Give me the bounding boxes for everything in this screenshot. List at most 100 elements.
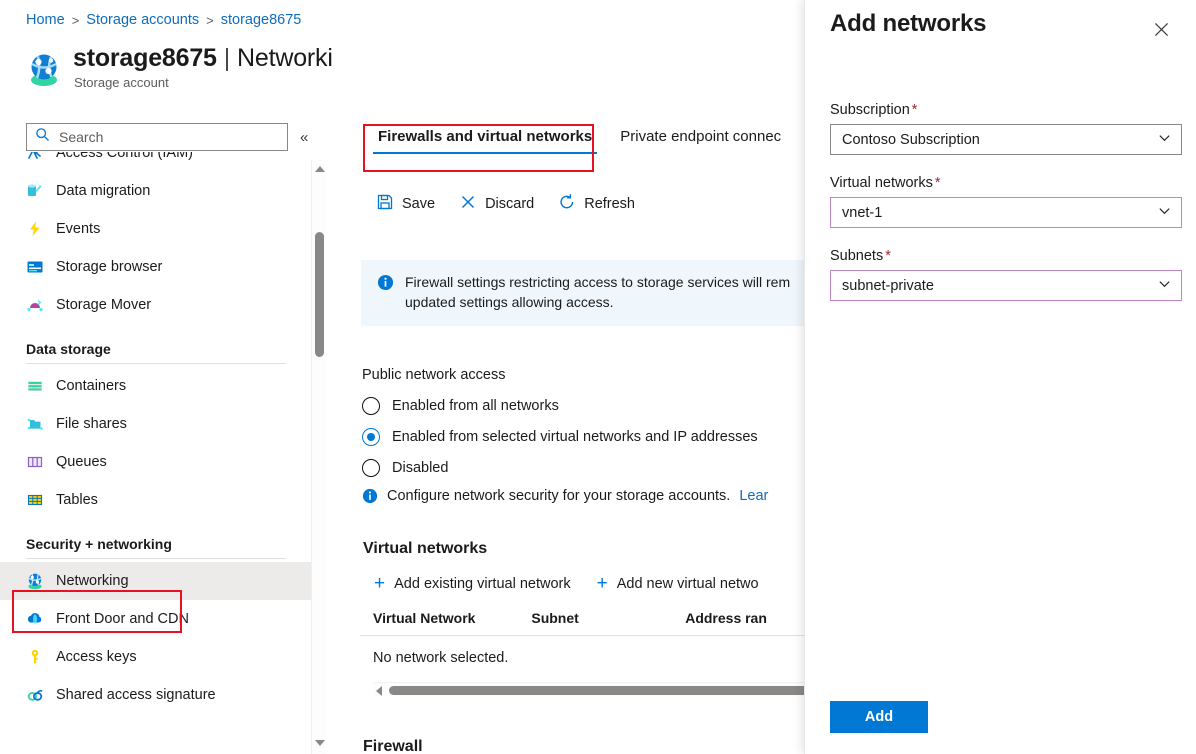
front-door-cdn-icon (26, 610, 44, 628)
storage-account-icon (26, 51, 62, 87)
title-block: storage8675 | Networking ··· Storage acc… (73, 44, 332, 90)
sidebar-nav: Access Control (IAM) Data migration (0, 152, 312, 754)
breadcrumb-separator-icon: > (72, 13, 80, 28)
access-control-icon (26, 152, 44, 162)
radio-icon-selected[interactable] (362, 428, 380, 446)
scrollbar-thumb[interactable] (389, 686, 825, 695)
page-title-separator: | (224, 44, 230, 73)
tab-private-endpoint-connections[interactable]: Private endpoint connec (606, 128, 795, 154)
radio-disabled[interactable]: Disabled (362, 452, 822, 483)
info-banner-text: Firewall settings restricting access to … (405, 273, 822, 313)
sidebar-item-events[interactable]: Events (0, 210, 312, 248)
breadcrumb-item-storage8675[interactable]: storage8675 (221, 12, 302, 28)
sidebar-item-label: Networking (56, 573, 129, 589)
sidebar-item-file-shares[interactable]: File shares (0, 405, 312, 443)
refresh-icon (558, 193, 576, 215)
sidebar-item-queues[interactable]: Queues (0, 443, 312, 481)
breadcrumb: Home > Storage accounts > storage8675 (26, 12, 301, 28)
panel-form: Subscription* Contoso Subscription Virtu… (830, 102, 1182, 321)
breadcrumb-separator-icon: > (206, 13, 214, 28)
sidebar-item-access-control-iam[interactable]: Access Control (IAM) (0, 152, 312, 172)
subscription-label: Subscription* (830, 102, 1182, 118)
radio-label: Disabled (392, 460, 448, 476)
info-icon (377, 274, 394, 313)
radio-enabled-from-selected-networks[interactable]: Enabled from selected virtual networks a… (362, 421, 822, 452)
tables-icon (26, 491, 44, 509)
tab-bar: Firewalls and virtual networks Private e… (364, 128, 795, 154)
table-header-row: Virtual Network Subnet Address ran (360, 610, 830, 636)
required-asterisk: * (935, 175, 941, 191)
sidebar-divider (26, 558, 286, 559)
data-migration-icon (26, 182, 44, 200)
subscription-select[interactable]: Contoso Subscription (830, 124, 1182, 155)
sidebar-item-shared-access-signature[interactable]: Shared access signature (0, 676, 312, 714)
virtual-networks-select[interactable]: vnet-1 (830, 197, 1182, 228)
subnets-select[interactable]: subnet-private (830, 270, 1182, 301)
sidebar-item-containers[interactable]: Containers (0, 367, 312, 405)
sidebar-item-label: Tables (56, 492, 98, 508)
sidebar-scrollbar[interactable] (311, 160, 326, 754)
sidebar-item-data-migration[interactable]: Data migration (0, 172, 312, 210)
discard-button[interactable]: Discard (459, 193, 534, 215)
subscription-value: Contoso Subscription (842, 132, 1157, 148)
discard-x-icon (459, 193, 477, 215)
search-input[interactable] (57, 128, 279, 146)
scroll-up-arrow-icon[interactable] (315, 166, 325, 172)
column-header-subnet: Subnet (531, 610, 685, 626)
page-header: storage8675 | Networking ··· Storage acc… (26, 44, 332, 90)
sidebar-item-access-keys[interactable]: Access keys (0, 638, 312, 676)
sidebar-item-label: Storage Mover (56, 297, 151, 313)
sidebar-item-tables[interactable]: Tables (0, 481, 312, 519)
chevron-down-icon (1157, 203, 1172, 223)
save-button[interactable]: Save (376, 193, 435, 215)
add-networks-panel: Add networks Subscription* Contoso Subsc… (804, 0, 1196, 754)
firewall-info-banner: Firewall settings restricting access to … (361, 260, 836, 326)
radio-icon[interactable] (362, 459, 380, 477)
refresh-button[interactable]: Refresh (558, 193, 635, 215)
virtual-networks-commands: + Add existing virtual network + Add new… (374, 574, 830, 593)
sidebar-divider (26, 363, 286, 364)
refresh-label: Refresh (584, 196, 635, 212)
add-button[interactable]: Add (830, 701, 928, 733)
breadcrumb-item-storage-accounts[interactable]: Storage accounts (86, 12, 199, 28)
sidebar-item-storage-browser[interactable]: Storage browser (0, 248, 312, 286)
radio-icon[interactable] (362, 397, 380, 415)
queues-icon (26, 453, 44, 471)
sidebar-item-front-door-and-cdn[interactable]: Front Door and CDN (0, 600, 312, 638)
subnets-label: Subnets* (830, 248, 1182, 264)
shared-access-signature-icon (26, 686, 44, 704)
search-box[interactable] (26, 123, 288, 151)
sidebar-item-networking[interactable]: Networking (0, 562, 312, 600)
radio-label: Enabled from selected virtual networks a… (392, 429, 758, 445)
resource-type-label: Storage account (74, 75, 332, 90)
search-area: « (26, 123, 308, 151)
save-icon (376, 193, 394, 215)
learn-more-link[interactable]: Lear (739, 488, 768, 504)
required-asterisk: * (912, 102, 918, 118)
add-new-virtual-network-button[interactable]: + Add new virtual netwo (597, 574, 759, 593)
sidebar-item-label: Data migration (56, 183, 150, 199)
scroll-left-arrow-icon[interactable] (376, 686, 382, 696)
column-header-virtual-network: Virtual Network (373, 610, 531, 626)
networking-icon (26, 572, 44, 590)
radio-enabled-from-all-networks[interactable]: Enabled from all networks (362, 390, 822, 421)
sidebar-item-label: Queues (56, 454, 107, 470)
scroll-down-arrow-icon[interactable] (315, 740, 325, 746)
sidebar-group-security-networking: Security + networking (0, 519, 312, 558)
add-existing-virtual-network-button[interactable]: + Add existing virtual network (374, 574, 571, 593)
virtual-networks-label-text: Virtual networks (830, 175, 933, 191)
sidebar-item-storage-mover[interactable]: Storage Mover (0, 286, 312, 324)
public-network-access-label: Public network access (362, 367, 822, 383)
panel-title: Add networks (830, 10, 986, 38)
breadcrumb-item-home[interactable]: Home (26, 12, 65, 28)
chevron-double-left-icon[interactable]: « (300, 130, 308, 145)
subnets-label-text: Subnets (830, 248, 883, 264)
sidebar-item-label: Access keys (56, 649, 137, 665)
scrollbar-thumb[interactable] (315, 232, 324, 357)
tab-firewalls-and-virtual-networks[interactable]: Firewalls and virtual networks (364, 128, 606, 154)
table-horizontal-scrollbar[interactable] (373, 682, 825, 697)
sidebar-group-data-storage: Data storage (0, 324, 312, 363)
close-icon[interactable] (1148, 16, 1174, 42)
sidebar-item-label: Containers (56, 378, 126, 394)
azure-portal-screen: Home > Storage accounts > storage8675 (0, 0, 1196, 754)
